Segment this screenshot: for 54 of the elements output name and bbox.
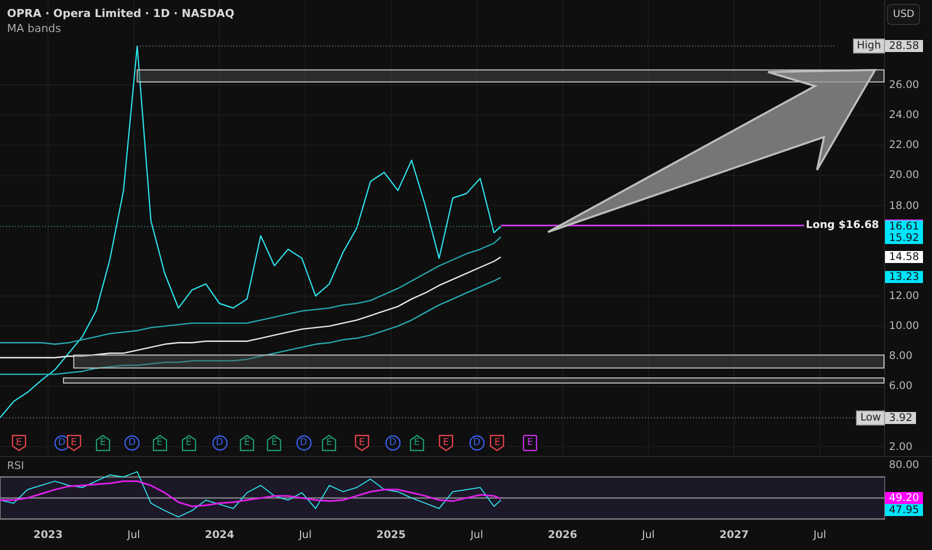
time-tick: Jul <box>298 529 312 541</box>
earnings-marker[interactable]: E <box>321 434 338 452</box>
rsi-tag: 49.20 <box>885 492 924 504</box>
price-tag: 13.23 <box>885 271 924 284</box>
price-tick: 26.00 <box>889 78 920 91</box>
earnings-marker[interactable]: E <box>438 434 454 452</box>
earnings-marker[interactable]: E <box>408 434 425 452</box>
price-tick: 6.00 <box>889 380 912 392</box>
position-label: Long $16.68 <box>804 219 881 232</box>
price-tick: 10.00 <box>889 320 920 332</box>
dividend-marker[interactable]: D <box>212 434 228 452</box>
price-tag: 14.58 <box>885 251 924 264</box>
extreme-label: High <box>852 38 885 54</box>
time-tick: Jul <box>813 529 826 541</box>
time-tick: Jul <box>642 529 655 541</box>
dividend-marker[interactable]: D <box>384 434 401 452</box>
symbol-title: OPRA · Opera Limited · 1D · NASDAQ <box>7 7 234 20</box>
time-tick: Jul <box>470 529 484 541</box>
extreme-price-tag: 3.92 <box>885 412 916 424</box>
indicator-name[interactable]: MA bands <box>7 22 234 35</box>
dividend-marker[interactable]: D <box>296 434 312 452</box>
rsi-label: RSI <box>7 460 24 472</box>
price-tick: 18.00 <box>889 200 920 212</box>
price-tick: 8.00 <box>889 350 912 362</box>
price-tag: 15.92 <box>885 232 924 244</box>
earnings-marker[interactable]: E <box>266 434 282 452</box>
time-tick: 2024 <box>204 529 234 541</box>
rsi-tick: 80.00 <box>889 459 920 472</box>
earnings-marker[interactable]: E <box>180 434 197 452</box>
time-tick: 2023 <box>33 529 63 541</box>
earnings-marker[interactable]: E <box>489 434 506 452</box>
earnings-marker[interactable]: E <box>152 434 168 452</box>
price-tick: 20.00 <box>889 169 920 182</box>
dividend-marker[interactable]: D <box>468 434 485 452</box>
dividend-marker[interactable]: D <box>124 434 140 452</box>
time-tick: 2025 <box>376 529 406 541</box>
rsi-tag: 47.95 <box>885 504 924 516</box>
earnings-marker[interactable]: E <box>66 434 82 452</box>
time-tick: 2026 <box>548 529 578 541</box>
extreme-price-tag: 28.58 <box>885 40 924 52</box>
price-tick: 22.00 <box>889 139 920 152</box>
time-tick: 2027 <box>719 529 749 541</box>
earnings-marker[interactable]: E <box>94 434 111 452</box>
earnings-marker[interactable]: E <box>10 434 27 452</box>
earnings-marker[interactable]: E <box>522 434 538 452</box>
price-tag: 16.61 <box>885 220 924 233</box>
earnings-marker[interactable]: E <box>238 434 255 452</box>
earnings-marker[interactable]: E <box>354 434 370 452</box>
extreme-label: Low <box>856 410 885 426</box>
currency-button[interactable]: USD <box>887 4 920 25</box>
price-tick: 12.00 <box>889 290 920 302</box>
price-tick: 2.00 <box>889 440 912 453</box>
price-tick: 24.00 <box>889 109 920 122</box>
time-tick: Jul <box>127 529 140 541</box>
